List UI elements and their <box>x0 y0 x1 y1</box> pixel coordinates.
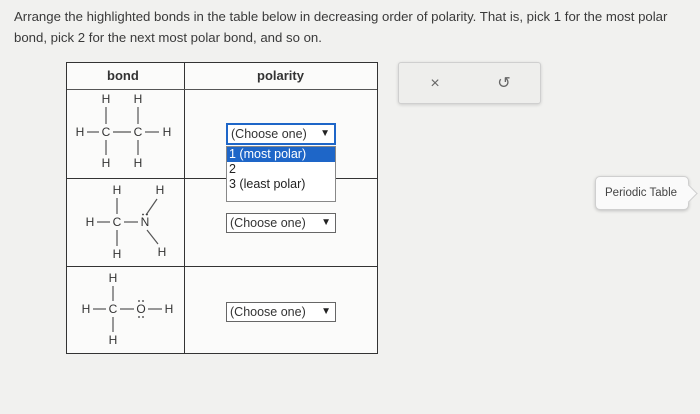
lone-pair-dot <box>142 300 144 302</box>
polarity-select-row-3[interactable]: (Choose one) ▼ <box>226 302 336 322</box>
dropdown-arrow-icon: ▼ <box>321 306 331 317</box>
atom-h: H <box>134 92 143 106</box>
polarity-select-row-2[interactable]: (Choose one) ▼ <box>226 213 336 233</box>
option-least-polar[interactable]: 3 (least polar) <box>227 177 335 192</box>
select-value: (Choose one) <box>230 305 306 319</box>
bond-line <box>146 229 159 245</box>
select-value: (Choose one) <box>231 127 307 141</box>
periodic-table-label: Periodic Table <box>605 187 678 199</box>
polarity-select-row-1[interactable]: (Choose one) ▼ <box>226 123 336 145</box>
bond-line <box>145 198 158 216</box>
atom-h: H <box>156 183 165 197</box>
instructions-line-1: Arrange the highlighted bonds in the tab… <box>14 9 668 24</box>
undo-icon[interactable]: ↺ <box>494 74 514 94</box>
atom-h: H <box>113 247 122 261</box>
row-divider <box>67 266 377 267</box>
atom-c: C <box>113 215 122 229</box>
atom-h: H <box>158 245 167 259</box>
callout-tip <box>679 184 698 203</box>
answer-action-panel: × ↺ <box>398 62 541 104</box>
dropdown-arrow-icon: ▼ <box>321 217 331 228</box>
atom-h: H <box>102 92 111 106</box>
column-header-polarity: polarity <box>257 68 304 83</box>
lone-pair-dot <box>138 300 140 302</box>
atom-c: C <box>102 125 111 139</box>
header-divider <box>67 89 377 90</box>
option-most-polar[interactable]: 1 (most polar) <box>227 147 335 162</box>
atom-h: H <box>109 271 118 285</box>
periodic-table-button[interactable]: Periodic Table <box>595 176 698 210</box>
dropdown-arrow-icon: ▼ <box>320 128 330 139</box>
column-header-bond: bond <box>107 68 139 83</box>
lone-pair-dot <box>146 213 148 216</box>
ethane-structure: H H H C C H H H <box>67 91 183 177</box>
lone-pair-dot <box>142 316 144 318</box>
atom-c: C <box>134 125 143 139</box>
select-value: (Choose one) <box>230 216 306 230</box>
methanol-structure: H H C O H H <box>67 268 183 354</box>
atom-h: H <box>163 125 172 139</box>
atom-n: N <box>141 215 150 229</box>
lone-pair-dot <box>138 316 140 318</box>
atom-h: H <box>86 215 95 229</box>
methylamine-structure: H H H C N H H <box>67 180 183 266</box>
atom-h: H <box>82 302 91 316</box>
atom-o: O <box>136 302 145 316</box>
atom-h: H <box>102 156 111 170</box>
close-icon[interactable]: × <box>425 74 445 94</box>
atom-h: H <box>134 156 143 170</box>
polarity-dropdown-menu: 1 (most polar) 2 3 (least polar) <box>226 146 336 202</box>
bond-polarity-table: bond polarity H H H C C H H H H H H C N … <box>66 62 378 354</box>
lone-pair-dot <box>142 213 144 216</box>
instructions: Arrange the highlighted bonds in the tab… <box>14 6 694 48</box>
column-divider <box>184 63 185 353</box>
atom-h: H <box>76 125 85 139</box>
instructions-line-2: bond, pick 2 for the next most polar bon… <box>14 30 322 45</box>
atom-h: H <box>109 333 118 347</box>
atom-h: H <box>165 302 174 316</box>
atom-h: H <box>113 183 122 197</box>
option-2[interactable]: 2 <box>227 162 335 177</box>
atom-c: C <box>109 302 118 316</box>
